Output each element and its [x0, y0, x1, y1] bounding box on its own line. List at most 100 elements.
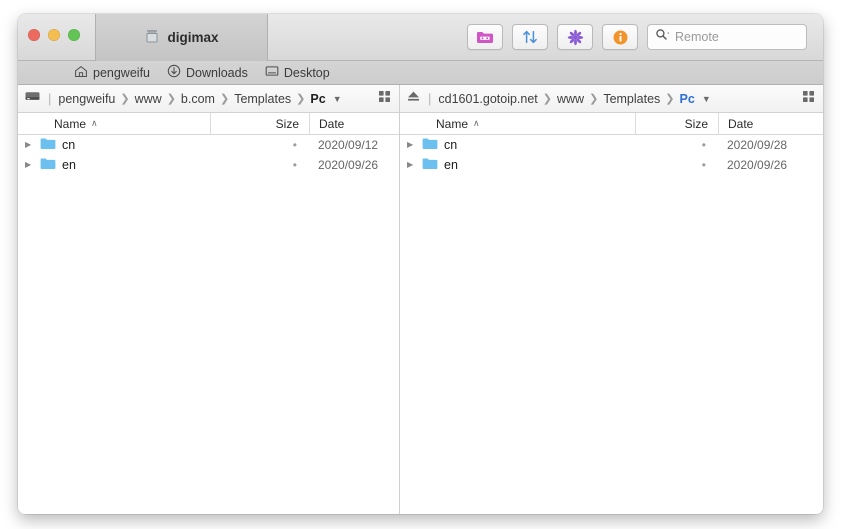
chevron-right-icon: ❯	[589, 93, 599, 105]
table-row[interactable]: ▶ en • 2020/09/26	[400, 155, 823, 175]
column-label: Name	[54, 116, 87, 131]
cell-date: 2020/09/12	[318, 138, 379, 152]
hard-drive-icon[interactable]	[24, 89, 41, 108]
tab-strip: digimax	[95, 14, 268, 61]
cell-size: •	[701, 158, 706, 172]
window-controls	[28, 29, 80, 41]
chevron-down-icon[interactable]: ▼	[702, 94, 711, 104]
column-header-name[interactable]: Name ∧	[18, 113, 210, 134]
column-label: Size	[275, 116, 299, 131]
search-field[interactable]: Remote	[647, 24, 807, 50]
column-label: Size	[684, 116, 708, 131]
local-file-list[interactable]: ▶ cn • 2020/09/12 ▶ en • 2020/09/26	[18, 135, 399, 514]
browser-panes: | pengweifu ❯ www ❯ b.com ❯ Templates ❯ …	[18, 85, 823, 514]
path-separator: |	[48, 91, 52, 106]
desktop-icon	[265, 65, 279, 80]
folder-icon	[40, 137, 56, 153]
grid-view-icon[interactable]	[378, 90, 391, 108]
disclosure-triangle-icon[interactable]: ▶	[407, 161, 416, 169]
favorite-downloads[interactable]: Downloads	[167, 64, 248, 81]
breadcrumb-item-current[interactable]: Pc	[310, 92, 325, 106]
ethernet-port-icon	[144, 29, 160, 47]
tab-digimax[interactable]: digimax	[95, 14, 268, 61]
remote-column-headers: Name ∧ Size Date	[400, 113, 823, 135]
breadcrumb-item[interactable]: b.com	[181, 92, 215, 106]
toolbar: Remote	[467, 24, 807, 50]
disclosure-triangle-icon[interactable]: ▶	[407, 141, 416, 149]
breadcrumb-item[interactable]: cd1601.gotoip.net	[438, 92, 537, 106]
favorites-bar: pengweifu Downloads Desktop	[18, 61, 823, 85]
cell-name: ▶ en	[400, 157, 635, 173]
disclosure-triangle-icon[interactable]: ▶	[25, 141, 34, 149]
cell-size: •	[292, 138, 297, 152]
remote-pane: | cd1601.gotoip.net ❯ www ❯ Templates ❯ …	[400, 85, 823, 514]
breadcrumb-item[interactable]: Templates	[603, 92, 660, 106]
remote-breadcrumb: cd1601.gotoip.net ❯ www ❯ Templates ❯ Pc…	[438, 92, 796, 106]
breadcrumb-item-current[interactable]: Pc	[680, 92, 695, 106]
chevron-right-icon: ❯	[120, 93, 130, 105]
minimize-button[interactable]	[48, 29, 60, 41]
table-row[interactable]: ▶ cn • 2020/09/28	[400, 135, 823, 155]
maximize-button[interactable]	[68, 29, 80, 41]
file-name: en	[444, 158, 458, 172]
downloads-icon	[167, 64, 181, 81]
disclosure-triangle-icon[interactable]: ▶	[25, 161, 34, 169]
cell-size: •	[292, 158, 297, 172]
table-row[interactable]: ▶ cn • 2020/09/12	[18, 135, 399, 155]
home-icon	[74, 65, 88, 81]
transfer-button[interactable]	[512, 24, 548, 50]
cell-name: ▶ cn	[400, 137, 635, 153]
local-path-bar: | pengweifu ❯ www ❯ b.com ❯ Templates ❯ …	[18, 85, 399, 113]
favorite-desktop[interactable]: Desktop	[265, 65, 330, 80]
grid-view-icon[interactable]	[802, 90, 815, 108]
cell-date: 2020/09/26	[318, 158, 379, 172]
breadcrumb-item[interactable]: www	[135, 92, 162, 106]
eject-icon[interactable]	[406, 89, 421, 108]
chevron-right-icon: ❯	[665, 93, 675, 105]
table-row[interactable]: ▶ en • 2020/09/26	[18, 155, 399, 175]
file-name: cn	[62, 138, 76, 152]
local-column-headers: Name ∧ Size Date	[18, 113, 399, 135]
column-header-size[interactable]: Size	[210, 113, 309, 134]
breadcrumb-item[interactable]: www	[557, 92, 584, 106]
title-bar: digimax Remote	[18, 14, 823, 61]
close-button[interactable]	[28, 29, 40, 41]
file-name: en	[62, 158, 76, 172]
tab-label: digimax	[167, 30, 219, 45]
path-separator: |	[428, 91, 432, 106]
chevron-right-icon: ❯	[166, 93, 176, 105]
sort-ascending-icon: ∧	[473, 118, 480, 128]
new-folder-button[interactable]	[467, 24, 503, 50]
chevron-right-icon: ❯	[542, 93, 552, 105]
favorite-label: Desktop	[283, 65, 330, 80]
synchronize-button[interactable]	[557, 24, 593, 50]
breadcrumb-item[interactable]: pengweifu	[58, 92, 115, 106]
chevron-right-icon: ❯	[219, 93, 230, 105]
favorite-label: pengweifu	[93, 65, 150, 80]
column-header-date[interactable]: Date	[309, 113, 399, 134]
info-button[interactable]	[602, 24, 638, 50]
column-label: Name	[436, 116, 469, 131]
favorite-pengweifu[interactable]: pengweifu	[74, 65, 150, 81]
cell-size: •	[701, 138, 706, 152]
search-placeholder: Remote	[675, 30, 719, 44]
chevron-down-icon[interactable]: ▼	[333, 94, 342, 104]
file-name: cn	[444, 138, 458, 152]
breadcrumb-item[interactable]: Templates	[234, 92, 291, 106]
folder-icon	[422, 157, 438, 173]
folder-icon	[40, 157, 56, 173]
cell-name: ▶ en	[18, 157, 210, 173]
column-label: Date	[319, 116, 345, 131]
cell-name: ▶ cn	[18, 137, 210, 153]
column-label: Date	[728, 116, 754, 131]
column-header-name[interactable]: Name ∧	[400, 113, 635, 134]
local-breadcrumb: pengweifu ❯ www ❯ b.com ❯ Templates ❯ Pc…	[58, 92, 372, 106]
column-header-size[interactable]: Size	[635, 113, 718, 134]
chevron-right-icon: ❯	[296, 93, 306, 105]
remote-file-list[interactable]: ▶ cn • 2020/09/28 ▶ en • 2020/09/26	[400, 135, 823, 514]
search-icon	[655, 28, 671, 46]
remote-path-bar: | cd1601.gotoip.net ❯ www ❯ Templates ❯ …	[400, 85, 823, 113]
column-header-date[interactable]: Date	[718, 113, 823, 134]
sort-ascending-icon: ∧	[91, 118, 98, 128]
folder-icon	[422, 137, 438, 153]
